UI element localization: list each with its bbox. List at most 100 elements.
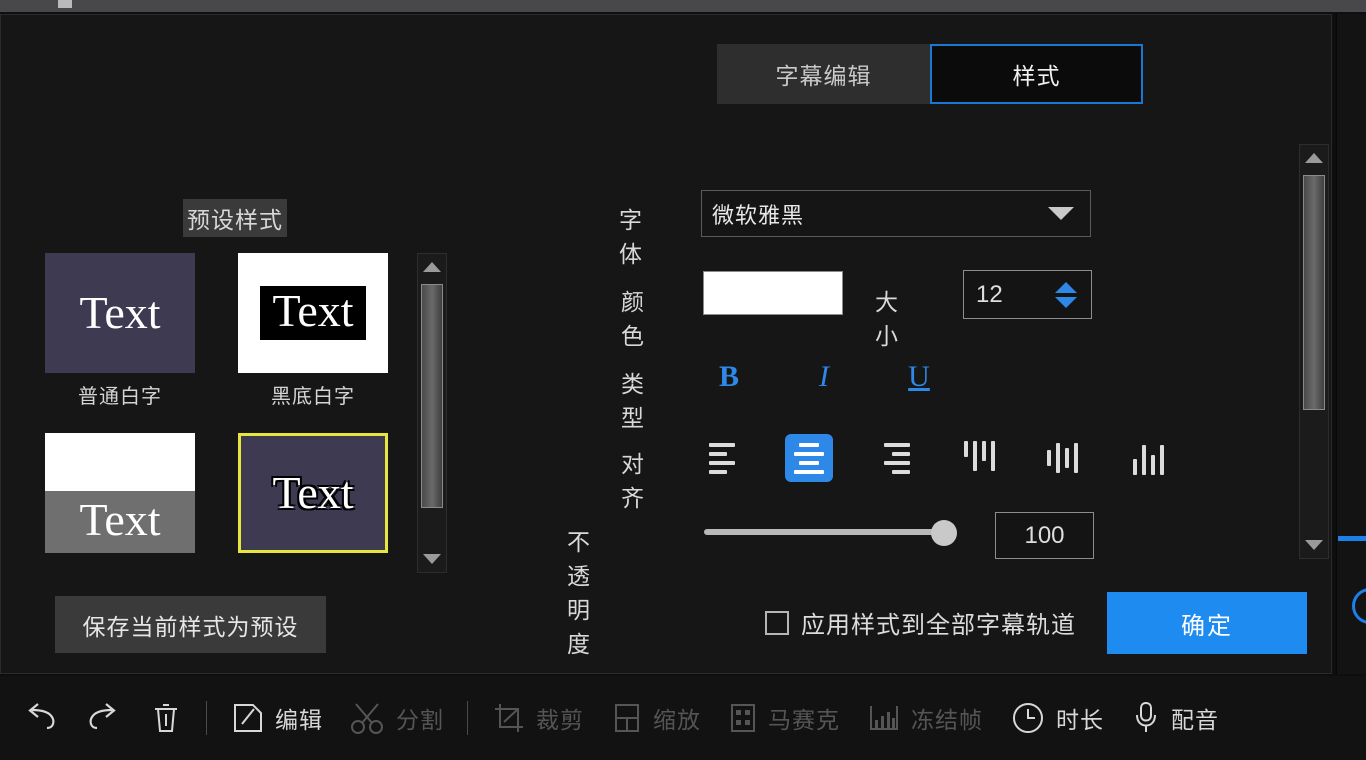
save-preset-label: 保存当前样式为预设 [83,608,299,642]
scale-icon [610,700,644,736]
chevron-up-icon [423,262,441,272]
opacity-slider-handle[interactable] [931,520,957,546]
trash-icon [149,700,183,736]
tab-subtitle-edit[interactable]: 字幕编辑 [717,44,930,104]
preset-scroll-down-button[interactable] [418,546,446,572]
toolbar-redo-button[interactable] [72,688,136,748]
window-top-strip [0,0,1366,13]
toolbar-divider [206,701,207,735]
microphone-icon [1130,699,1162,737]
align-vertical-bottom-button[interactable] [1124,434,1172,482]
align-center-button[interactable] [785,434,833,482]
toolbar-edit-button[interactable]: 编辑 [217,688,336,748]
preset-item-gray-bar[interactable]: Text [45,433,195,560]
italic-label: I [819,360,829,394]
opacity-label: 不透明度 [567,523,592,659]
checkbox-box[interactable] [765,611,789,635]
tab-style[interactable]: 样式 [930,44,1143,104]
align-label: 对齐 [621,445,646,513]
preset-item-outlined[interactable]: Text [238,433,388,560]
toolbar-crop-button[interactable]: 裁剪 [478,688,597,748]
preset-sample-text: Text [79,494,160,545]
save-current-style-as-preset-button[interactable]: 保存当前样式为预设 [55,596,326,653]
dialog-scroll-down-button[interactable] [1300,532,1328,558]
preset-thumb-black-bg-white-text[interactable]: Text [238,253,388,373]
align-left-button[interactable] [701,434,749,482]
preset-item-plain-white[interactable]: Text 普通白字 [45,253,195,409]
preset-label-black-bg-white-text: 黑底白字 [238,380,388,409]
toolbar-split-button[interactable]: 分割 [336,688,457,748]
text-color-swatch[interactable] [703,271,843,315]
redo-icon [85,701,123,735]
toolbar-mosaic-label: 马赛克 [768,701,840,735]
preset-scroll-thumb[interactable] [421,284,443,508]
bottom-toolbar: 编辑 分割 裁剪 缩放 [0,676,1366,760]
font-size-stepper[interactable] [1055,282,1077,308]
confirm-button[interactable]: 确定 [1107,592,1307,654]
toolbar-duration-label: 时长 [1056,701,1104,735]
crop-icon [491,700,527,736]
align-right-icon [878,443,910,474]
align-vertical-middle-button[interactable] [1038,434,1086,482]
background-right-panel [1336,14,1366,674]
preset-sample-box: Text [45,491,195,553]
dialog-tabs: 字幕编辑 样式 [717,44,1143,104]
font-family-select[interactable]: 微软雅黑 [701,190,1091,237]
toolbar-mosaic-button[interactable]: 马赛克 [714,688,853,748]
toolbar-dubbing-button[interactable]: 配音 [1117,688,1232,748]
align-vertical-top-button[interactable] [955,434,1003,482]
size-label: 大小 [875,283,900,351]
toolbar-scale-button[interactable]: 缩放 [597,688,714,748]
background-blue-marker [1338,536,1366,541]
stepper-down-icon[interactable] [1055,297,1077,308]
color-label: 颜色 [621,283,646,351]
font-size-input[interactable]: 12 [963,270,1092,319]
confirm-label: 确定 [1181,606,1233,641]
type-label: 类型 [621,365,646,433]
preset-section-title: 预设样式 [183,199,287,237]
preset-sample-text: Text [79,290,160,336]
preset-thumb-outlined-selected[interactable]: Text [238,433,388,553]
edit-icon [230,700,266,736]
tab-style-label: 样式 [1013,57,1061,91]
dialog-scroll-up-button[interactable] [1300,145,1328,171]
font-label: 字体 [619,201,644,269]
dialog-scroll-thumb[interactable] [1303,175,1325,410]
stepper-up-icon[interactable] [1055,282,1077,293]
toolbar-freeze-frame-label: 冻结帧 [911,701,983,735]
preset-scroll-up-button[interactable] [418,254,446,280]
preset-thumb-gray-bar[interactable]: Text [45,433,195,553]
toolbar-dubbing-label: 配音 [1171,701,1219,735]
toolbar-delete-button[interactable] [136,688,196,748]
chevron-up-icon [1305,153,1323,163]
chevron-down-icon [423,554,441,564]
bold-button[interactable]: B [708,357,750,397]
preset-list-scrollbar[interactable] [417,253,447,573]
toolbar-freeze-frame-button[interactable]: 冻结帧 [853,688,996,748]
preset-sample-box: Text [260,286,365,340]
dialog-scrollbar[interactable] [1299,144,1329,559]
opacity-slider-track[interactable] [704,529,952,535]
toolbar-scale-label: 缩放 [653,701,701,735]
preset-list: Text 普通白字 Text 黑底白字 Text [45,253,411,573]
toolbar-edit-label: 编辑 [275,701,323,735]
freeze-frame-icon [866,700,902,736]
preset-item-black-bg-white-text[interactable]: Text 黑底白字 [238,253,388,409]
toolbar-undo-button[interactable] [8,688,72,748]
preset-sample-text: Text [272,285,353,336]
toolbar-split-label: 分割 [396,701,444,735]
font-family-value: 微软雅黑 [702,198,1048,230]
scissors-icon [349,700,387,736]
opacity-value-input[interactable]: 100 [995,512,1094,559]
align-vertical-middle-icon [1047,441,1078,475]
apply-to-all-tracks-checkbox[interactable]: 应用样式到全部字幕轨道 [765,605,1076,640]
underline-button[interactable]: U [898,357,940,397]
align-right-button[interactable] [870,434,918,482]
apply-to-all-tracks-label: 应用样式到全部字幕轨道 [801,605,1076,640]
italic-button[interactable]: I [803,357,845,397]
preset-thumb-plain-white[interactable]: Text [45,253,195,373]
window-strip-marker [58,0,72,8]
toolbar-crop-label: 裁剪 [536,701,584,735]
preset-sample-text: Text [272,470,353,516]
toolbar-duration-button[interactable]: 时长 [996,688,1117,748]
